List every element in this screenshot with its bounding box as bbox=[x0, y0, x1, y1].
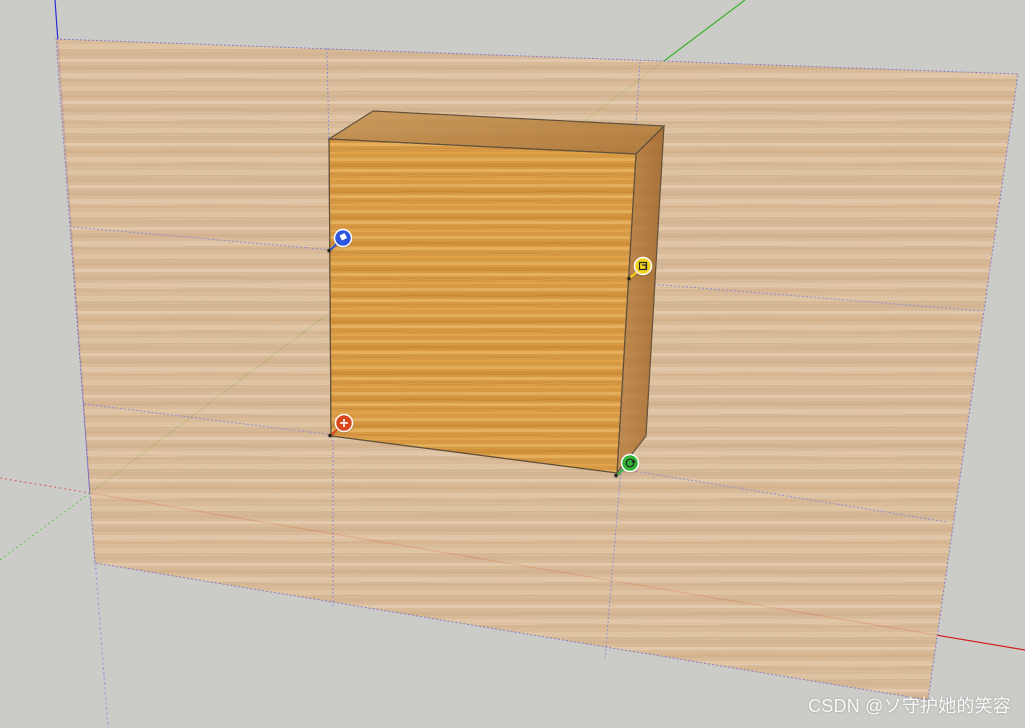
green-pin-head[interactable] bbox=[620, 453, 640, 473]
watermark-text: CSDN @ソ守护她的笑容 bbox=[808, 696, 1011, 716]
3d-scene-canvas[interactable] bbox=[0, 0, 1025, 728]
sketchup-viewport[interactable]: CSDN @ソ守护她的笑容 bbox=[0, 0, 1025, 728]
yellow-pin-anchor bbox=[627, 276, 631, 281]
blue-pin-anchor bbox=[327, 248, 331, 253]
red-pin-anchor bbox=[328, 433, 332, 438]
yellow-pin-head[interactable] bbox=[633, 256, 653, 276]
wooden-box[interactable] bbox=[327, 110, 666, 475]
green-pin-anchor bbox=[614, 473, 618, 478]
box-front-face[interactable] bbox=[328, 138, 637, 474]
